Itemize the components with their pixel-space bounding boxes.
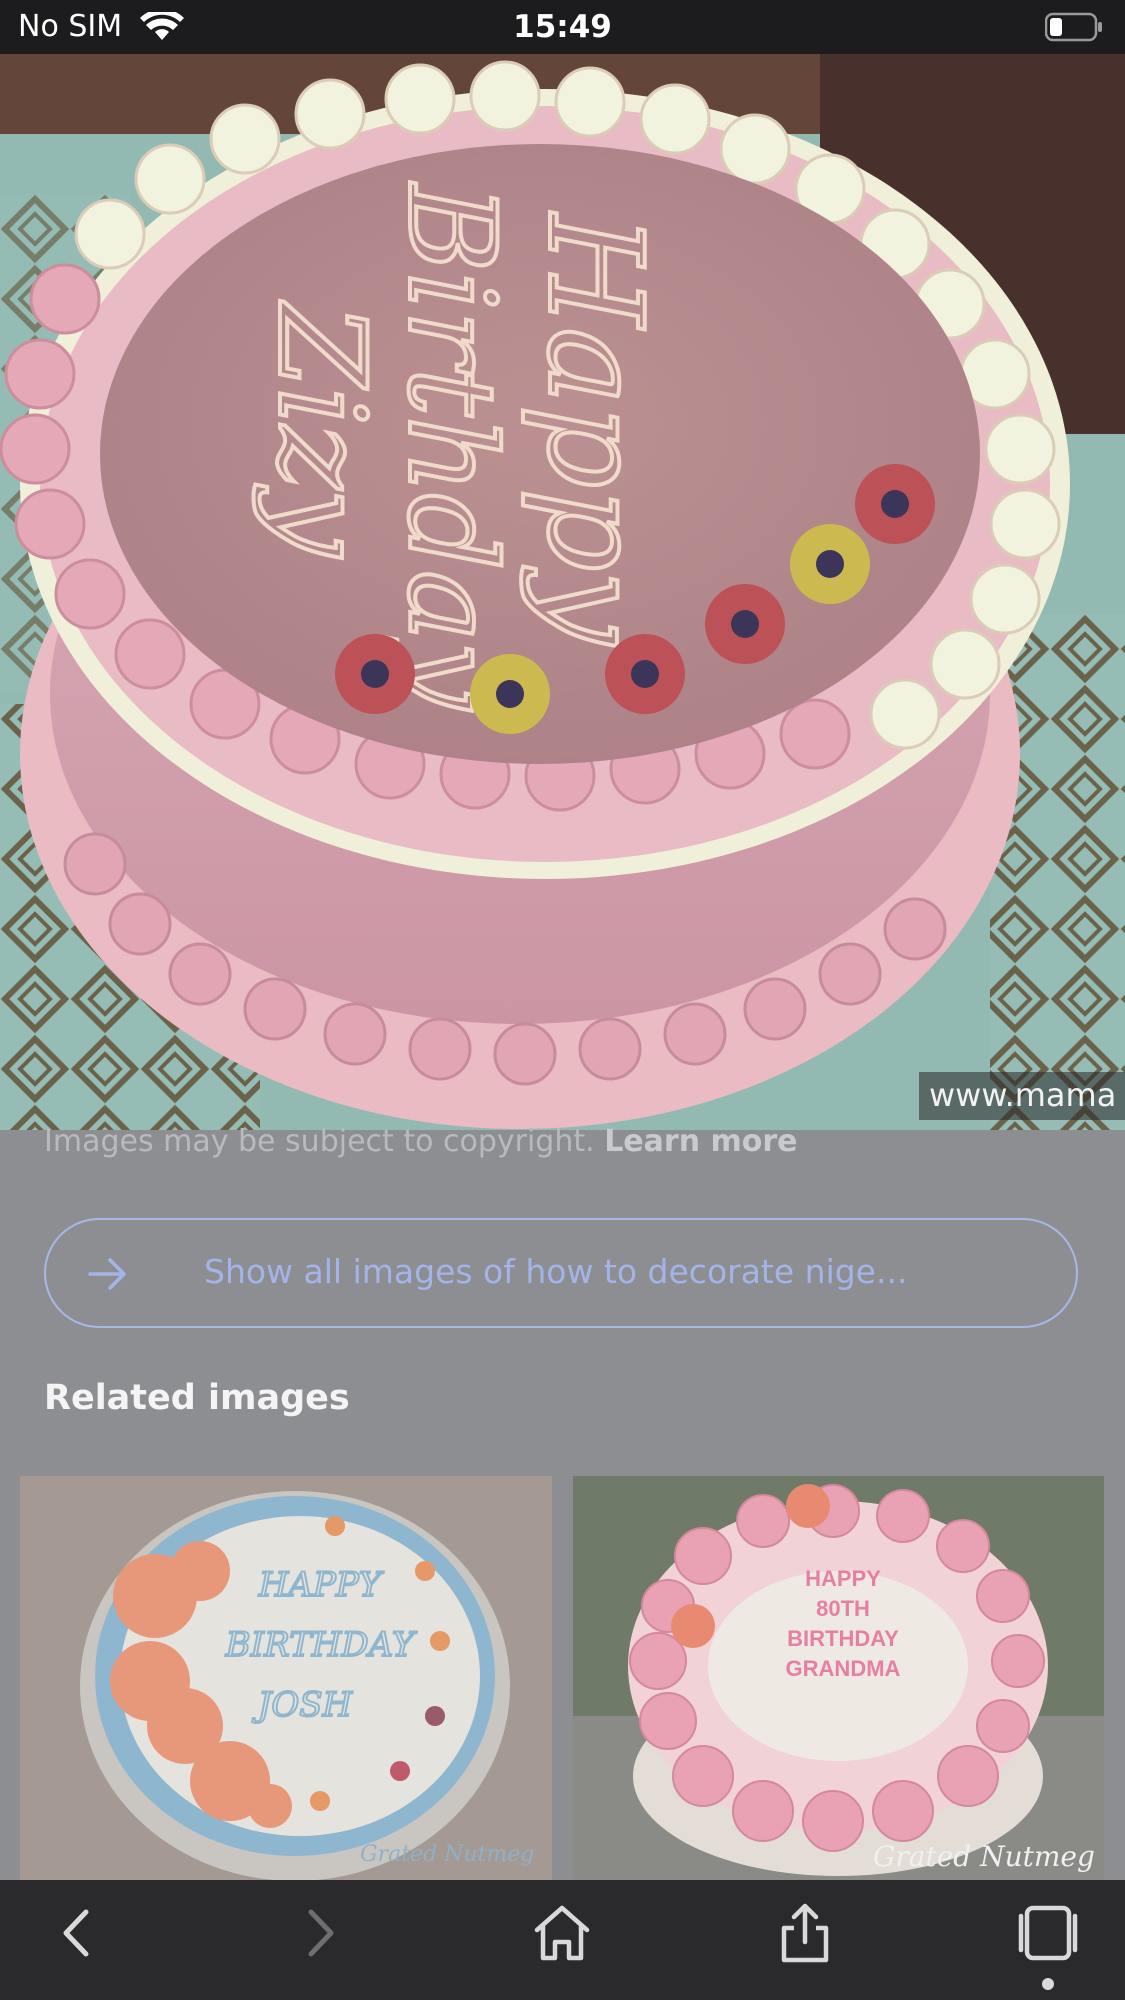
- svg-text:Zizy: Zizy: [251, 300, 390, 559]
- cake-text-birthday: BIRTHDAY: [787, 1626, 899, 1651]
- share-icon[interactable]: [770, 1898, 840, 1968]
- related-images-title: Related images: [44, 1378, 350, 1418]
- cake-text-80th: 80TH: [816, 1596, 870, 1621]
- back-icon[interactable]: [42, 1898, 112, 1968]
- cake-text-birthday: BIRTHDAY: [225, 1625, 418, 1665]
- image-watermark: www.mama: [919, 1072, 1125, 1120]
- tabs-icon[interactable]: [1013, 1898, 1083, 1968]
- copyright-notice: Images may be subject to copyright. Lear…: [44, 1124, 798, 1159]
- cake-photo-icon: HAPPY 80TH BIRTHDAY GRANDMA Grated Nutme…: [573, 1476, 1104, 1880]
- thumb-watermark: Grated Nutmeg: [873, 1840, 1095, 1873]
- screen: No SIM 15:49 Happy Birthday Zizy www.mam…: [0, 0, 1125, 2000]
- show-all-images-button[interactable]: Show all images of how to decorate nige.…: [44, 1218, 1078, 1328]
- clock: 15:49: [513, 9, 612, 45]
- cake-text-happy: HAPPY: [258, 1565, 385, 1605]
- thumb-watermark: Grated Nutmeg: [360, 1842, 534, 1867]
- related-image-2[interactable]: HAPPY 80TH BIRTHDAY GRANDMA Grated Nutme…: [573, 1476, 1104, 1880]
- battery-icon: [1045, 12, 1102, 42]
- forward-icon[interactable]: [285, 1898, 355, 1968]
- cake-photo-icon: HAPPY BIRTHDAY JOSH Grated Nutmeg: [20, 1476, 552, 1880]
- arrow-right-icon: [88, 1258, 126, 1290]
- browser-toolbar: [0, 1880, 1125, 2000]
- cake-text-josh: JOSH: [252, 1685, 354, 1725]
- related-image-1[interactable]: HAPPY BIRTHDAY JOSH Grated Nutmeg: [20, 1476, 552, 1880]
- active-tab-indicator: [1042, 1978, 1054, 1990]
- cake-text-happy: HAPPY: [805, 1566, 881, 1591]
- learn-more-link[interactable]: Learn more: [604, 1124, 797, 1159]
- copyright-text: Images may be subject to copyright.: [44, 1124, 605, 1159]
- cake-text-grandma: GRANDMA: [786, 1656, 901, 1681]
- svg-text:Birthday: Birthday: [381, 182, 520, 712]
- hero-image[interactable]: Happy Birthday Zizy www.mama: [0, 54, 1125, 1130]
- cake-photo-icon: Happy Birthday Zizy: [0, 54, 1125, 1130]
- home-icon[interactable]: [527, 1898, 597, 1968]
- svg-text:Happy: Happy: [519, 212, 671, 646]
- show-all-images-label: Show all images of how to decorate nige.…: [204, 1252, 908, 1291]
- status-bar: No SIM 15:49: [0, 0, 1125, 54]
